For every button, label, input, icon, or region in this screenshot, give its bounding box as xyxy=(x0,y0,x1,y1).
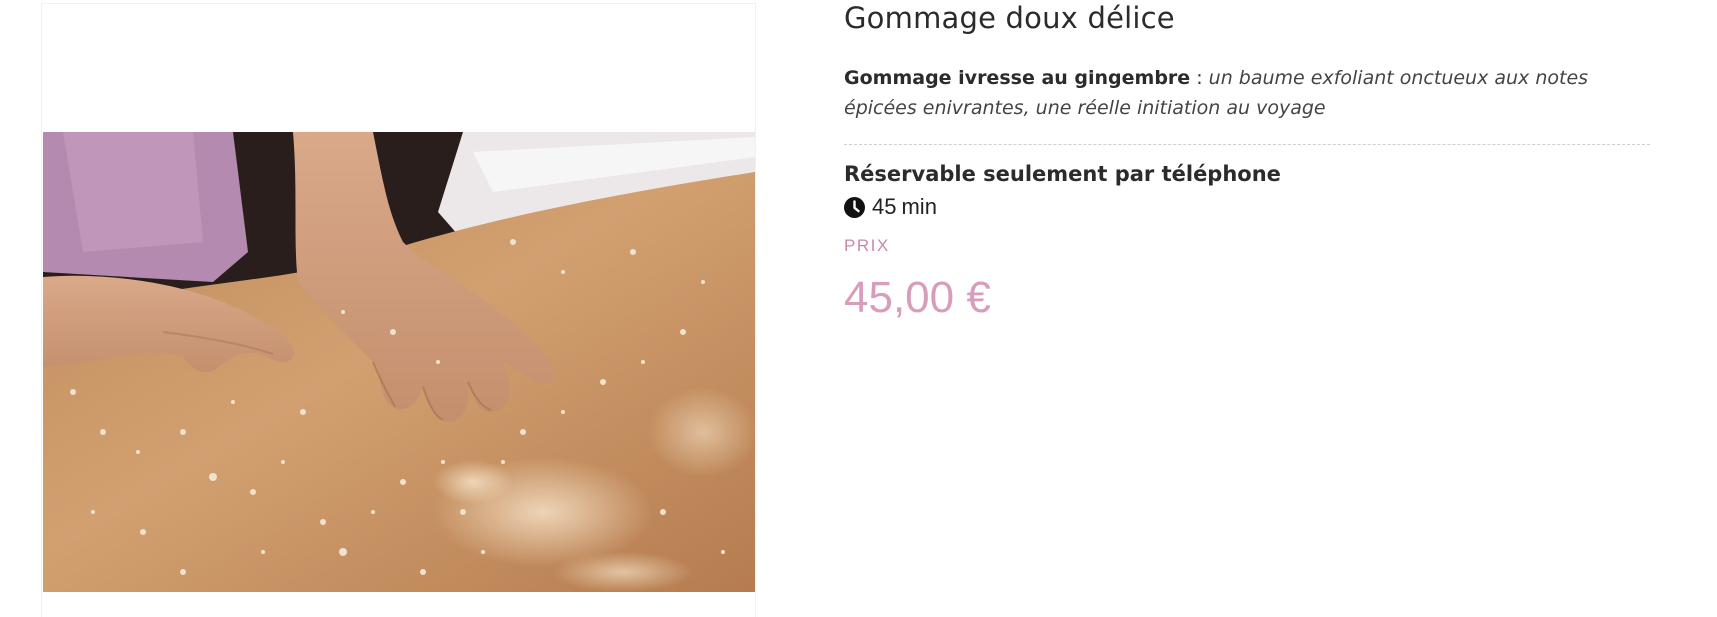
duration-value: 45 xyxy=(872,194,897,219)
duration-unit: min xyxy=(901,194,937,219)
clock-icon xyxy=(844,196,865,218)
price-value: 45,00 € xyxy=(844,273,991,322)
booking-note: Réservable seulement par téléphone xyxy=(844,162,1281,186)
price-label: PRIX xyxy=(844,236,890,255)
duration: 45 min xyxy=(844,192,937,222)
product-description: Gommage ivresse au gingembre : un baume … xyxy=(844,63,1654,123)
product-image xyxy=(43,132,755,592)
divider xyxy=(844,144,1650,145)
description-separator: : xyxy=(1190,67,1209,89)
product-title: Gommage doux délice xyxy=(844,1,1175,35)
product-page: Gommage doux délice Gommage ivresse au g… xyxy=(0,0,1717,617)
description-name: Gommage ivresse au gingembre xyxy=(844,67,1191,89)
product-image-card xyxy=(41,3,756,617)
